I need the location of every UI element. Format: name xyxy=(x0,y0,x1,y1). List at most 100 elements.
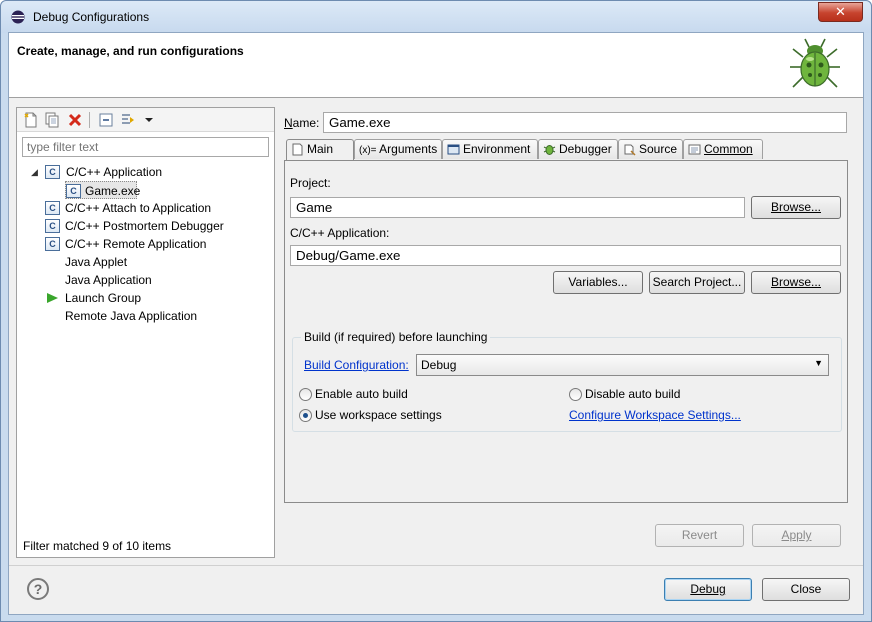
tab-environment[interactable]: Environment xyxy=(442,139,538,159)
tree-item-label: Java Application xyxy=(65,273,152,287)
arguments-tab-icon: (x)= xyxy=(359,145,377,156)
project-label: Project: xyxy=(290,176,331,190)
config-name-input[interactable] xyxy=(323,112,847,133)
tree-item-java-application[interactable]: Java Application xyxy=(45,271,255,289)
tab-label: Source xyxy=(639,142,678,156)
button-label: Browse... xyxy=(770,200,821,214)
tree-item-cpp-attach[interactable]: C C/C++ Attach to Application xyxy=(45,199,255,217)
select-value: Debug xyxy=(421,358,457,372)
revert-button[interactable]: Revert xyxy=(655,524,744,547)
footer-separator xyxy=(9,565,863,566)
environment-tab-icon xyxy=(447,144,460,155)
c-config-icon: C xyxy=(45,219,60,233)
tree-item-launch-group[interactable]: Launch Group xyxy=(45,289,255,307)
tree-item-cpp-application[interactable]: ◢ C C/C++ Application xyxy=(31,163,261,181)
tab-label: Environment xyxy=(463,142,531,156)
filter-input[interactable] xyxy=(22,137,269,157)
c-config-icon: C xyxy=(66,184,81,198)
main-tab-icon xyxy=(292,143,303,156)
build-group-title: Build (if required) before launching xyxy=(301,330,491,344)
green-arrow-icon xyxy=(47,293,58,303)
name-label: Name: xyxy=(284,116,320,130)
debug-configurations-window: Debug Configurations ✕ Create, manage, a… xyxy=(0,0,872,622)
duplicate-config-icon[interactable] xyxy=(44,112,60,128)
enable-auto-build-radio[interactable] xyxy=(299,388,312,401)
disable-auto-build-radio[interactable] xyxy=(569,388,582,401)
debugger-tab-icon xyxy=(543,145,556,155)
configure-workspace-link[interactable]: Configure Workspace Settings... xyxy=(569,408,741,422)
source-tab-icon xyxy=(624,144,636,156)
tree-item-java-applet[interactable]: Java Applet xyxy=(45,253,255,271)
tree-item-label: C/C++ Remote Application xyxy=(65,237,207,251)
tab-common[interactable]: Common xyxy=(683,139,763,159)
expand-triangle-icon[interactable]: ◢ xyxy=(31,163,38,181)
tab-label: Debugger xyxy=(559,142,612,156)
tree-toolbar xyxy=(17,108,274,132)
variables-button[interactable]: Variables... xyxy=(553,271,643,294)
common-tab-icon xyxy=(688,144,701,155)
tree-item-label: C/C++ Postmortem Debugger xyxy=(65,219,224,233)
disable-auto-build-label: Disable auto build xyxy=(585,387,681,401)
use-workspace-settings-radio[interactable] xyxy=(299,409,312,422)
button-label: Search Project... xyxy=(652,275,742,289)
collapse-all-icon[interactable] xyxy=(98,112,114,128)
button-label: Debug xyxy=(690,582,726,596)
build-configuration-link[interactable]: Build Configuration: xyxy=(304,358,409,372)
help-icon[interactable]: ? xyxy=(27,578,49,600)
window-title: Debug Configurations xyxy=(33,10,150,24)
chevron-down-icon: ▼ xyxy=(814,358,823,368)
build-group: Build (if required) before launching Bui… xyxy=(292,330,842,432)
window-close-button[interactable]: ✕ xyxy=(818,2,863,22)
filter-config-icon[interactable] xyxy=(120,112,136,128)
close-button[interactable]: Close xyxy=(762,578,850,601)
tab-label: Main xyxy=(307,142,334,156)
application-input[interactable] xyxy=(290,245,841,266)
tree-item-label: Java Applet xyxy=(65,255,128,269)
app-label: C/C++ Application: xyxy=(290,226,390,240)
delete-config-icon[interactable] xyxy=(67,112,83,128)
filter-status: Filter matched 9 of 10 items xyxy=(23,539,172,553)
tab-arguments[interactable]: (x)= Arguments xyxy=(354,139,442,159)
toolbar-separator xyxy=(89,112,90,128)
button-label: Revert xyxy=(681,528,718,542)
configuration-tree-panel: ◢ C C/C++ Application C Game.exe C C/C++… xyxy=(16,107,275,558)
apply-button[interactable]: Apply xyxy=(752,524,841,547)
tree-item-game-exe[interactable]: C Game.exe xyxy=(65,181,141,199)
title-bar[interactable]: Debug Configurations ✕ xyxy=(1,1,871,33)
search-project-button[interactable]: Search Project... xyxy=(649,271,745,294)
use-workspace-settings-label: Use workspace settings xyxy=(315,408,442,422)
project-input[interactable] xyxy=(290,197,745,218)
debug-bug-icon xyxy=(790,38,840,88)
tree-item-remote-java[interactable]: Remote Java Application xyxy=(45,307,255,325)
debug-button[interactable]: Debug xyxy=(664,578,752,601)
config-tabs: Main (x)= Arguments Environment Debugger… xyxy=(284,139,848,161)
tree-item-label: Remote Java Application xyxy=(65,309,198,323)
c-config-icon: C xyxy=(45,237,60,251)
c-config-icon: C xyxy=(45,201,60,215)
new-config-icon[interactable] xyxy=(23,112,39,128)
tree-item-cpp-remote[interactable]: C C/C++ Remote Application xyxy=(45,235,255,253)
view-menu-chevron-down-icon[interactable] xyxy=(141,112,157,128)
application-browse-button[interactable]: Browse... xyxy=(751,271,841,294)
button-label: Browse... xyxy=(770,275,821,289)
tree-item-label: Game.exe xyxy=(85,184,141,198)
tab-label: Arguments xyxy=(379,142,438,156)
tree-item-label: Launch Group xyxy=(65,291,142,305)
button-label: Close xyxy=(790,582,822,596)
header-title: Create, manage, and run configurations xyxy=(17,44,244,58)
dialog-header: Create, manage, and run configurations xyxy=(9,33,863,98)
eclipse-icon xyxy=(11,10,25,24)
c-config-icon: C xyxy=(45,165,60,179)
button-label: Apply xyxy=(781,528,812,542)
tree-item-label: C/C++ Application xyxy=(66,165,163,179)
tab-main[interactable]: Main xyxy=(286,139,354,161)
button-label: Variables... xyxy=(568,275,628,289)
tree-item-label: C/C++ Attach to Application xyxy=(65,201,212,215)
tab-debugger[interactable]: Debugger xyxy=(538,139,618,159)
dialog-client: Create, manage, and run configurations t… xyxy=(8,32,864,615)
enable-auto-build-label: Enable auto build xyxy=(315,387,408,401)
tab-source[interactable]: Source xyxy=(618,139,683,159)
build-configuration-select[interactable]: Debug ▼ xyxy=(416,354,829,376)
project-browse-button[interactable]: Browse... xyxy=(751,196,841,219)
tree-item-cpp-postmortem[interactable]: C C/C++ Postmortem Debugger xyxy=(45,217,255,235)
